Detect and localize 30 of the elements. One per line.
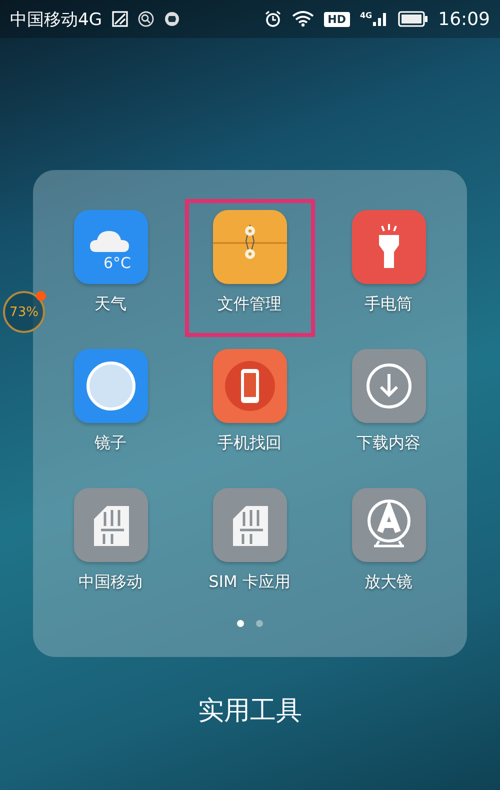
- phone-icon: [212, 349, 286, 423]
- app-shortcut[interactable]: SIM 卡应用: [184, 477, 314, 615]
- battery-icon: [398, 11, 428, 27]
- network-type-label: 4G: [360, 11, 372, 20]
- app-shortcut[interactable]: 放大镜: [324, 477, 454, 615]
- sim-card-icon: [212, 488, 286, 562]
- clock-time: 16:09: [438, 8, 490, 30]
- signal-icon: [372, 11, 388, 27]
- flashlight-icon: [352, 210, 426, 284]
- app-shortcut[interactable]: 下载内容: [324, 338, 454, 476]
- image-icon: [112, 11, 128, 27]
- app-shortcut[interactable]: 6°C 天气: [46, 199, 176, 337]
- cloud-icon: [90, 231, 128, 252]
- folder-icon: [212, 210, 286, 284]
- folder-title: 实用工具: [197, 695, 303, 728]
- hd-label: HD: [324, 12, 350, 26]
- app-shortcut[interactable]: 中国移动: [46, 477, 176, 615]
- memory-bubble[interactable]: 73%: [3, 291, 45, 333]
- carrier-name: 中国移动4G: [10, 8, 102, 30]
- app-shortcut[interactable]: 手电筒: [324, 199, 454, 337]
- temperature-text: 6°C: [104, 254, 132, 272]
- wifi-icon: [292, 11, 314, 27]
- letter-a-icon: [352, 488, 426, 562]
- alarm-clock-icon: [264, 10, 282, 28]
- app-shortcut[interactable]: 镜子: [46, 338, 176, 476]
- download-icon: [352, 349, 426, 423]
- sim-card-icon: [74, 488, 148, 562]
- app-shortcut[interactable]: 手机找回: [184, 338, 314, 476]
- search-icon: [138, 11, 154, 27]
- app-shortcut[interactable]: 文件管理: [184, 199, 314, 337]
